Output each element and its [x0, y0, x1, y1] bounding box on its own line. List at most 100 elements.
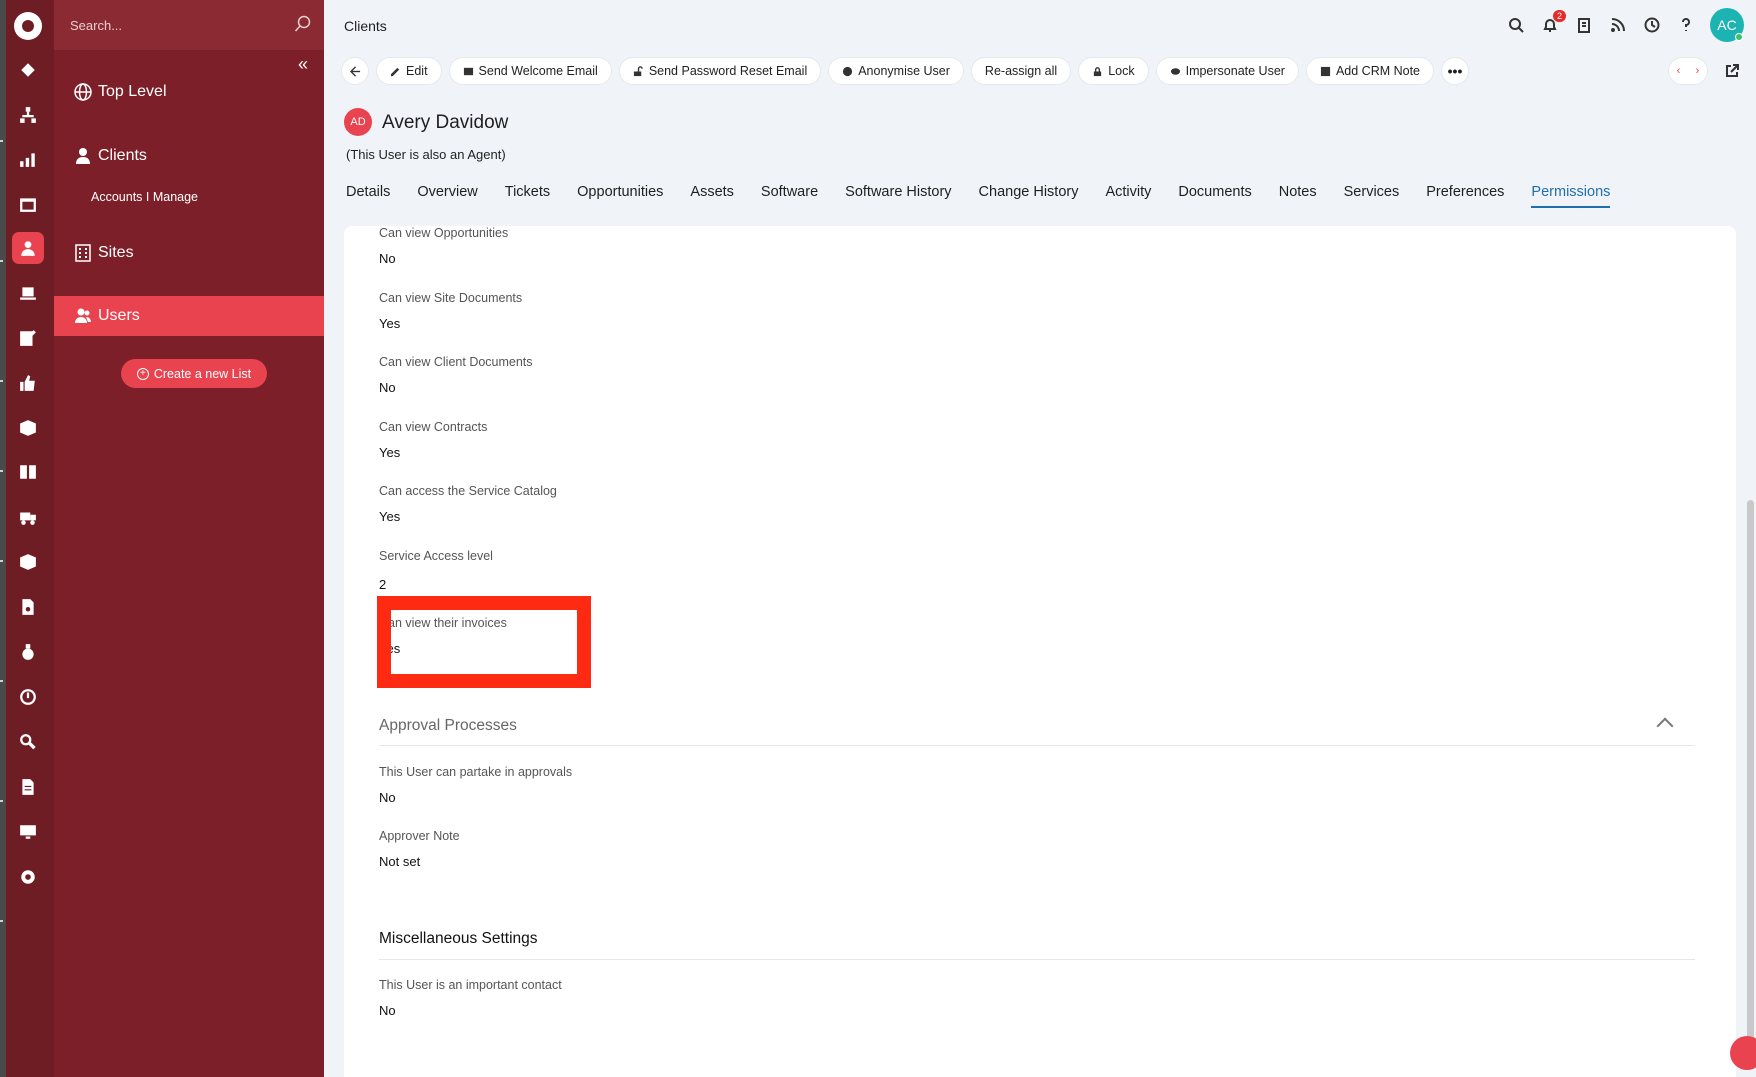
send-welcome-email-button[interactable]: Send Welcome Email — [448, 57, 612, 85]
online-status-dot — [1735, 33, 1743, 41]
bell-icon[interactable]: 2 — [1540, 8, 1566, 42]
eye-icon — [1170, 67, 1180, 75]
nav-item-clients[interactable]: Clients — [54, 136, 324, 176]
tab-activity[interactable]: Activity — [1105, 184, 1151, 208]
reassign-label: Re-assign all — [984, 64, 1058, 78]
lock-icon — [1094, 66, 1102, 76]
user-initials: AC — [1717, 17, 1737, 33]
thumbs-up-icon[interactable] — [13, 368, 43, 398]
monitor-icon[interactable] — [13, 817, 43, 847]
laptop-icon[interactable] — [13, 278, 43, 308]
search-input[interactable]: Search... — [70, 18, 122, 33]
tab-permissions[interactable]: Permissions — [1531, 184, 1611, 208]
chevron-up-icon[interactable] — [1656, 717, 1674, 735]
record-avatar: AD — [344, 108, 372, 136]
truck-icon[interactable] — [13, 502, 43, 532]
app-logo[interactable] — [14, 12, 42, 40]
tab-overview[interactable]: Overview — [417, 184, 477, 208]
user-icon — [74, 147, 92, 165]
note-icon — [1320, 66, 1331, 76]
tab-notes[interactable]: Notes — [1279, 184, 1317, 208]
package-icon[interactable] — [13, 547, 43, 577]
user-avatar[interactable]: AC — [1710, 8, 1744, 42]
approval-section-title[interactable]: Approval Processes — [379, 717, 517, 735]
tab-tickets[interactable]: Tickets — [505, 184, 550, 208]
create-new-list-button[interactable]: + Create a new List — [121, 359, 267, 388]
field-label: Can view Opportunities — [379, 226, 509, 240]
anonymise-user-button[interactable]: Anonymise User — [828, 57, 964, 85]
permission-field: Service Access level 2 — [379, 549, 493, 592]
chat-bubble-icon[interactable] — [1730, 1036, 1756, 1070]
envelope-icon — [463, 67, 473, 75]
tab-software[interactable]: Software — [761, 184, 818, 208]
tab-details[interactable]: Details — [346, 184, 390, 208]
document-icon[interactable] — [13, 592, 43, 622]
calendar-icon[interactable] — [13, 189, 43, 219]
users-icon[interactable] — [12, 232, 44, 264]
lock-button[interactable]: Lock — [1078, 57, 1149, 85]
money-bag-icon[interactable] — [13, 637, 43, 667]
nav-item-label: Users — [98, 307, 140, 324]
nav-panel: Search... « Top Level Clients Accounts I… — [54, 0, 324, 1077]
clock-icon[interactable] — [13, 682, 43, 712]
arrow-left-icon — [349, 65, 360, 77]
impersonate-user-button[interactable]: Impersonate User — [1155, 57, 1299, 85]
lock-label: Lock — [1108, 64, 1135, 78]
nav-item-label: Top Level — [98, 83, 167, 100]
create-new-list-label: Create a new List — [153, 366, 252, 381]
tab-software-history[interactable]: Software History — [845, 184, 951, 208]
search-icon[interactable] — [1506, 8, 1526, 42]
history-icon[interactable] — [1642, 8, 1662, 42]
clipboard-icon[interactable] — [1574, 8, 1594, 42]
send-reset-label: Send Password Reset Email — [648, 64, 808, 78]
nav-item-users[interactable]: Users — [54, 296, 324, 336]
misc-field: This User is an important contact No — [379, 978, 562, 1018]
globe-icon — [74, 83, 92, 101]
scrollbar[interactable] — [1747, 500, 1754, 1060]
prev-record-icon[interactable]: ‹ — [1677, 65, 1681, 77]
tickets-icon[interactable] — [13, 55, 43, 85]
settings-icon[interactable] — [13, 862, 43, 892]
hierarchy-icon[interactable] — [13, 100, 43, 130]
tab-services[interactable]: Services — [1344, 184, 1400, 208]
unlock-icon — [633, 65, 643, 76]
record-pager[interactable]: ‹ › — [1668, 57, 1708, 85]
back-button[interactable] — [341, 57, 369, 85]
agent-note: (This User is also an Agent) — [346, 147, 506, 162]
more-options-button[interactable]: ••• — [1441, 57, 1470, 85]
nav-item-top-level[interactable]: Top Level — [54, 72, 324, 112]
field-label: Service Access level — [379, 549, 493, 563]
add-crm-note-button[interactable]: Add CRM Note — [1305, 57, 1435, 85]
nav-item-label: Sites — [98, 244, 134, 261]
tab-documents[interactable]: Documents — [1178, 184, 1251, 208]
add-crm-label: Add CRM Note — [1335, 64, 1421, 78]
chart-icon[interactable] — [13, 144, 43, 174]
field-label: This User is an important contact — [379, 978, 562, 992]
rss-icon[interactable] — [1608, 8, 1628, 42]
approval-field: Approver Note Not set — [379, 829, 460, 869]
record-name: Avery Davidow — [382, 112, 509, 133]
field-value: No — [379, 380, 396, 395]
tab-change-history[interactable]: Change History — [979, 184, 1079, 208]
send-password-reset-button[interactable]: Send Password Reset Email — [618, 57, 822, 85]
search-icon[interactable] — [294, 15, 312, 33]
help-icon[interactable] — [1676, 8, 1696, 42]
reassign-all-button[interactable]: Re-assign all — [970, 57, 1072, 85]
nav-sub-accounts-i-manage[interactable]: Accounts I Manage — [91, 190, 198, 204]
tab-assets[interactable]: Assets — [690, 184, 734, 208]
next-record-icon[interactable]: › — [1696, 65, 1700, 77]
book-icon[interactable] — [13, 457, 43, 487]
search-bar[interactable]: Search... — [54, 0, 324, 50]
permission-field: Can view Site Documents Yes — [379, 291, 522, 331]
file-text-icon[interactable] — [13, 772, 43, 802]
tab-preferences[interactable]: Preferences — [1426, 184, 1504, 208]
record-tabs: Details Overview Tickets Opportunities A… — [346, 184, 1611, 208]
divider — [379, 959, 1695, 960]
search-icon[interactable] — [13, 727, 43, 757]
tab-opportunities[interactable]: Opportunities — [577, 184, 663, 208]
edit-button[interactable]: Edit — [376, 57, 442, 85]
box-icon[interactable] — [13, 413, 43, 443]
popout-button[interactable] — [1718, 57, 1746, 85]
edit-icon[interactable] — [13, 323, 43, 353]
nav-item-sites[interactable]: Sites — [54, 233, 324, 273]
